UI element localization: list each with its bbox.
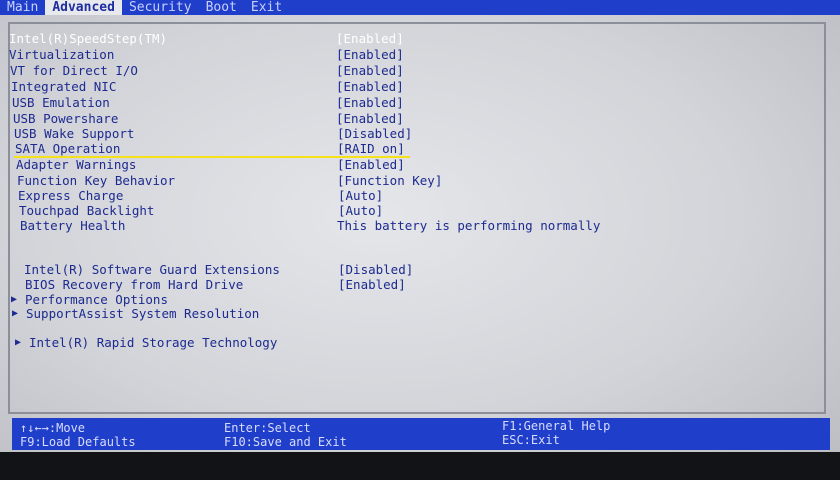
help-select: Enter:Select <box>224 421 311 435</box>
setting-label: Intel(R)SpeedStep(TM) <box>9 31 168 46</box>
help-move: ↑↓←→:Move <box>20 421 86 435</box>
triangle-right-icon: ▶ <box>12 308 19 319</box>
setting-label: USB Wake Support <box>14 126 135 141</box>
setting-value[interactable]: [Enabled] <box>337 157 405 172</box>
setting-label: USB Emulation <box>12 95 110 110</box>
triangle-right-icon: ▶ <box>11 294 18 305</box>
battery-health-status: This battery is performing normally <box>337 218 601 233</box>
help-load-defaults: F9:Load Defaults <box>20 435 136 449</box>
submenu-label: SupportAssist System Resolution <box>26 306 260 321</box>
setting-label: Adapter Warnings <box>16 157 137 172</box>
setting-label: Express Charge <box>18 188 124 203</box>
submenu-label: Performance Options <box>25 292 168 307</box>
bios-screen: Main Advanced Security Boot Exit Intel(R… <box>0 0 840 480</box>
setting-value[interactable]: [Function Key] <box>337 173 442 188</box>
setting-value[interactable]: [Enabled] <box>336 95 404 110</box>
setting-value[interactable]: [Auto] <box>338 188 383 203</box>
setting-value[interactable]: [Disabled] <box>337 126 412 141</box>
monitor-bezel <box>0 452 840 480</box>
setting-label: SATA Operation <box>15 141 121 156</box>
setting-label: Touchpad Backlight <box>19 203 155 218</box>
setting-value[interactable]: [Enabled] <box>336 31 404 46</box>
settings-list: Intel(R)SpeedStep(TM) [Enabled] Virtuali… <box>0 0 840 420</box>
setting-label: Virtualization <box>9 47 115 62</box>
setting-label: Intel(R) Software Guard Extensions <box>24 262 280 277</box>
setting-label: Integrated NIC <box>11 79 117 94</box>
setting-value[interactable]: [RAID on] <box>337 141 405 156</box>
setting-label: Function Key Behavior <box>17 173 176 188</box>
setting-value[interactable]: [Enabled] <box>336 63 404 78</box>
help-general-help: F1:General Help <box>502 419 611 433</box>
help-exit: ESC:Exit <box>502 433 560 447</box>
setting-label: BIOS Recovery from Hard Drive <box>25 277 244 292</box>
help-save-exit: F10:Save and Exit <box>224 435 347 449</box>
setting-value[interactable]: [Auto] <box>338 203 383 218</box>
setting-value[interactable]: [Disabled] <box>338 262 413 277</box>
setting-value[interactable]: [Enabled] <box>336 47 404 62</box>
submenu-label: Intel(R) Rapid Storage Technology <box>29 335 278 350</box>
setting-label: VT for Direct I/O <box>10 63 138 78</box>
setting-label: USB Powershare <box>13 111 119 126</box>
setting-value[interactable]: [Enabled] <box>336 79 404 94</box>
setting-label: Battery Health <box>20 218 126 233</box>
setting-value[interactable]: [Enabled] <box>338 277 406 292</box>
triangle-right-icon: ▶ <box>15 337 22 348</box>
setting-value[interactable]: [Enabled] <box>336 111 404 126</box>
help-bar: ↑↓←→:Move F9:Load Defaults Enter:Select … <box>12 418 830 450</box>
